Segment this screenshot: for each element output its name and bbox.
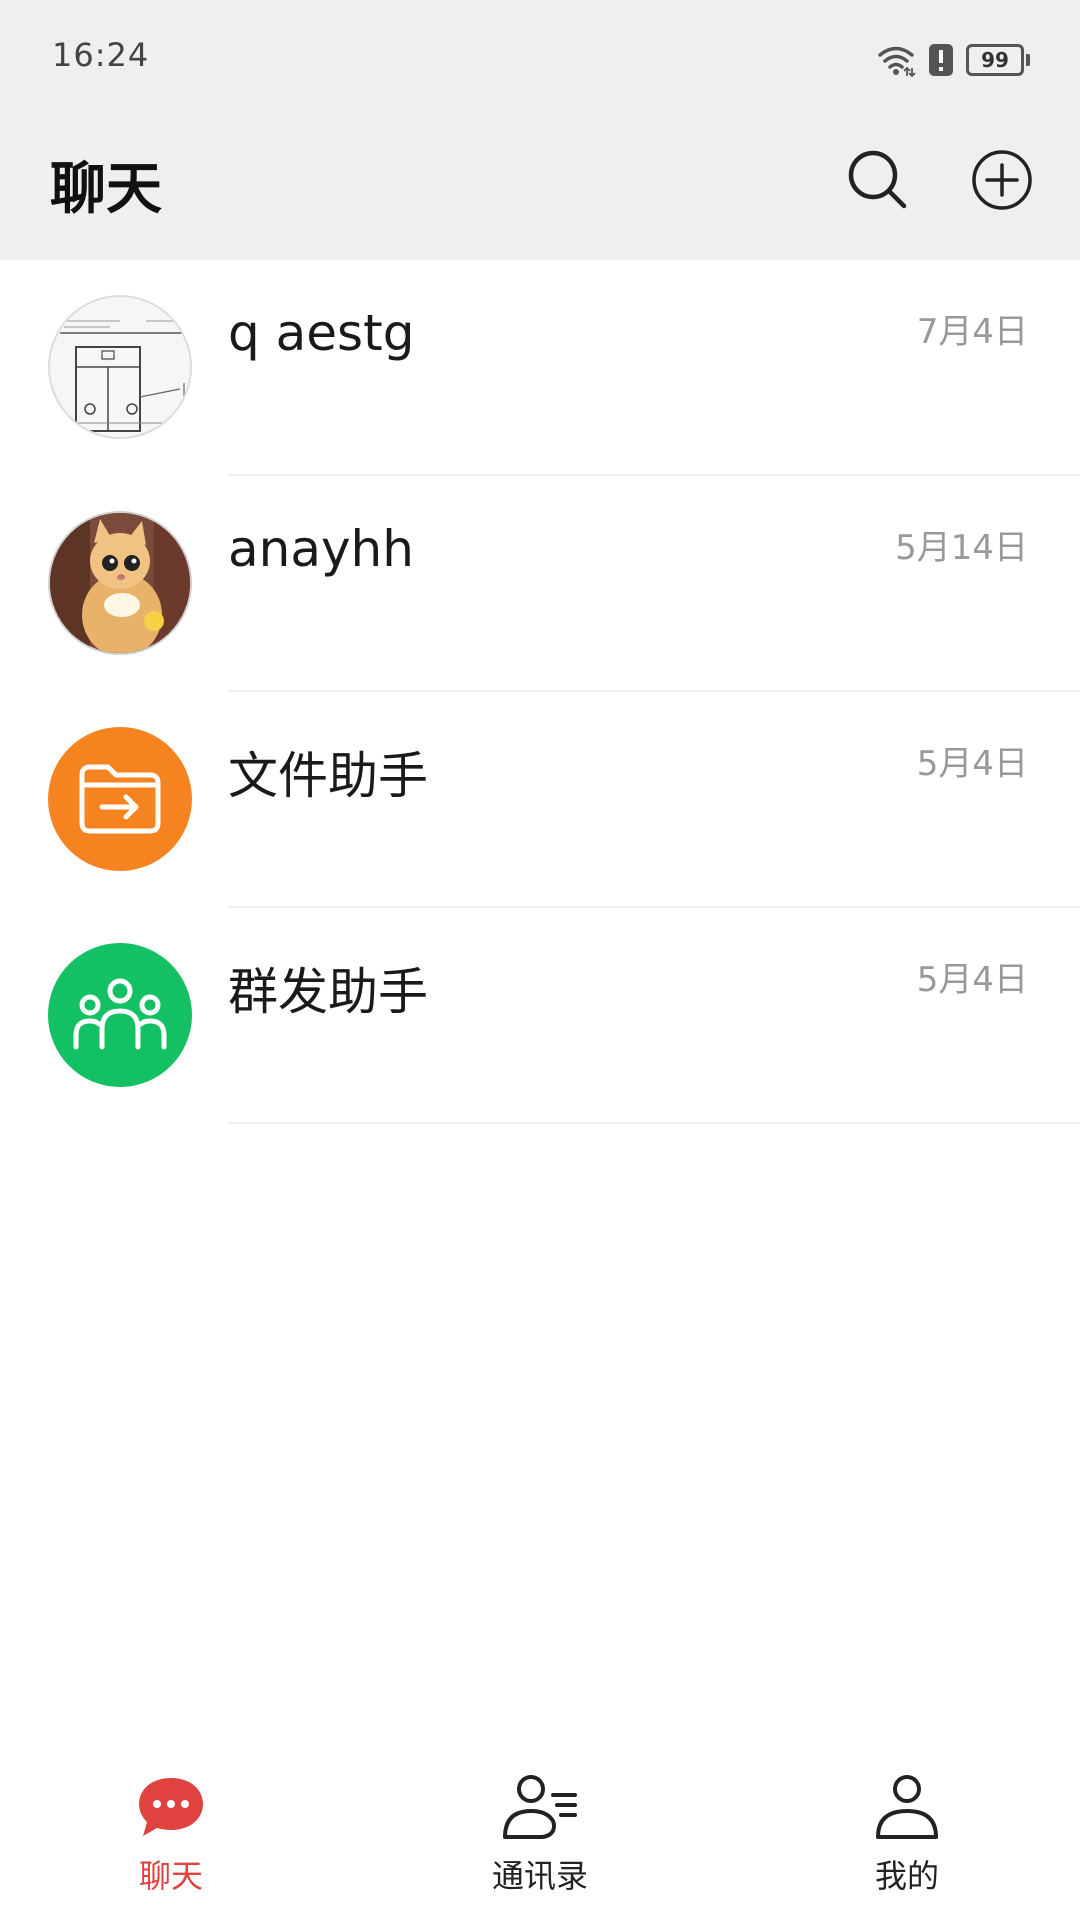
- chat-time: 7月4日: [916, 312, 1028, 352]
- search-icon: [848, 150, 907, 209]
- group-icon: [73, 978, 167, 1050]
- sketch-photo-image: [50, 297, 190, 437]
- chat-name: q aestg: [228, 304, 415, 362]
- status-bar: 16:24 99: [0, 0, 1080, 110]
- chat-bubble-icon: [139, 1778, 203, 1836]
- plus-circle-icon: [972, 150, 1032, 210]
- tab-icon: [129, 1769, 213, 1845]
- tab-chats[interactable]: 聊天: [71, 1745, 271, 1920]
- chat-name: 文件助手: [228, 747, 428, 805]
- tab-label: 我的: [874, 1857, 939, 1895]
- tab-me[interactable]: 我的: [807, 1745, 1007, 1920]
- avatar-file-assistant: [48, 727, 192, 871]
- chat-time: 5月14日: [895, 528, 1028, 568]
- search-button[interactable]: [838, 140, 918, 220]
- chat-item-file-assistant[interactable]: 文件助手 5月4日: [0, 692, 1080, 908]
- page-title: 聊天: [50, 157, 162, 222]
- battery-tip: [1026, 54, 1030, 66]
- chat-name: 群发助手: [228, 963, 428, 1021]
- alert-icon: [929, 44, 953, 76]
- person-icon: [876, 1775, 938, 1839]
- contacts-icon: [503, 1775, 577, 1839]
- header: 聊天: [0, 110, 1080, 260]
- cat-photo-image: [50, 513, 190, 653]
- chat-name: anayhh: [228, 520, 414, 578]
- chat-item-broadcast-assistant[interactable]: 群发助手 5月4日: [0, 908, 1080, 1124]
- top-bar: 16:24 99 聊天: [0, 0, 1080, 260]
- tab-icon: [498, 1769, 582, 1845]
- battery-icon: 99: [966, 44, 1030, 76]
- tab-label: 通讯录: [491, 1857, 588, 1895]
- chat-time: 5月4日: [916, 960, 1028, 1000]
- avatar-broadcast-assistant: [48, 943, 192, 1087]
- battery-level: 99: [966, 44, 1024, 76]
- folder-arrow-icon: [79, 764, 161, 834]
- chat-app: 16:24 99 聊天 q aestg 7月4日 anayhh 5月14日 文件…: [0, 0, 1080, 1920]
- status-icons: 99: [876, 40, 1030, 80]
- chat-item-anayhh[interactable]: anayhh 5月14日: [0, 476, 1080, 692]
- chat-item-q-aestg[interactable]: q aestg 7月4日: [0, 260, 1080, 476]
- chat-list: q aestg 7月4日 anayhh 5月14日 文件助手 5月4日 群发助手…: [0, 260, 1080, 1124]
- avatar-cat-photo: [48, 511, 192, 655]
- tab-contacts[interactable]: 通讯录: [440, 1745, 640, 1920]
- status-time: 16:24: [52, 36, 150, 74]
- add-button[interactable]: [962, 140, 1042, 220]
- tab-label: 聊天: [138, 1857, 203, 1895]
- avatar-sketch-photo: [48, 295, 192, 439]
- tab-icon: [865, 1769, 949, 1845]
- divider: [228, 1122, 1080, 1124]
- bottom-tab-bar: 聊天 通讯录 我的: [0, 1745, 1080, 1920]
- chat-time: 5月4日: [916, 744, 1028, 784]
- wifi-icon: [878, 46, 916, 78]
